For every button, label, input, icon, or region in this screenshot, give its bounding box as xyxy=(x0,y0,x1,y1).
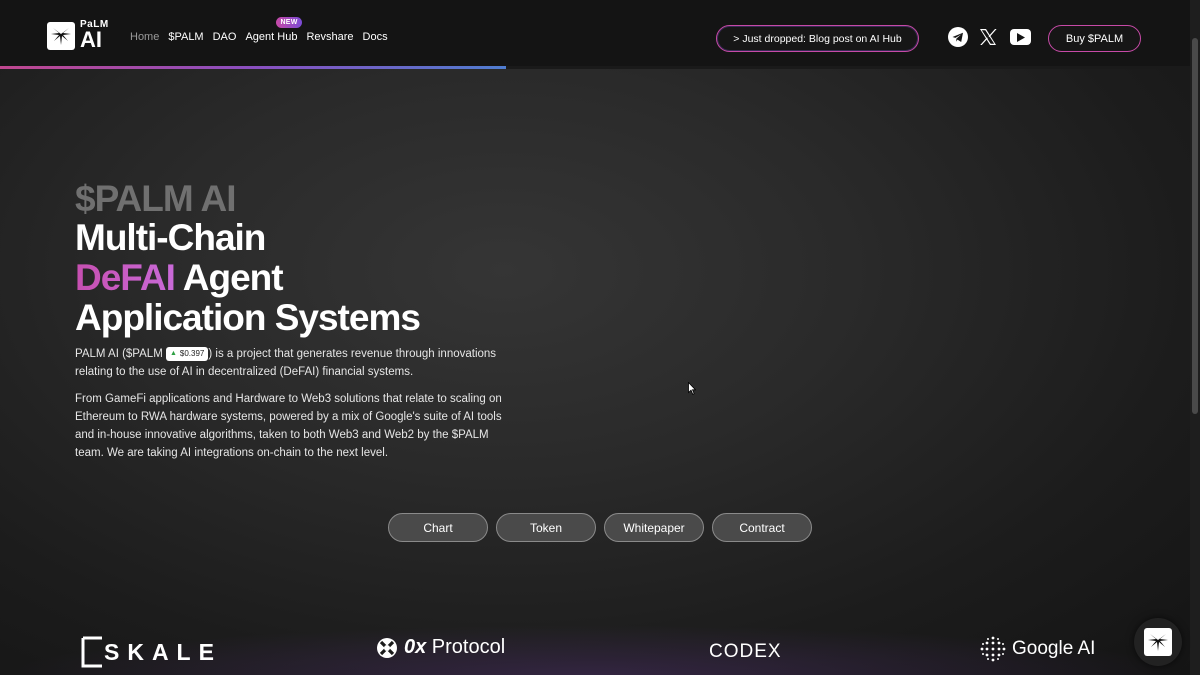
skale-text: SKALE xyxy=(104,638,222,665)
chart-button[interactable]: Chart xyxy=(388,513,488,542)
whitepaper-button[interactable]: Whitepaper xyxy=(604,513,704,542)
nav-revshare[interactable]: Revshare xyxy=(306,31,353,43)
price-up-icon: ▲ xyxy=(169,349,177,357)
hero-title-line2-rest: Agent xyxy=(174,257,284,298)
skale-bracket-icon xyxy=(81,636,102,668)
0x-bold: 0x xyxy=(404,636,427,658)
hero-button-row: Chart Token Whitepaper Contract xyxy=(388,513,812,542)
top-navigation-bar: PaLM AI Home $PALM DAO Agent Hub NEW Rev… xyxy=(0,0,1190,68)
price-chip[interactable]: ▲ $0.397 xyxy=(165,346,209,361)
nav-docs[interactable]: Docs xyxy=(363,31,388,43)
price-value: $0.397 xyxy=(179,348,205,358)
floating-palm-icon xyxy=(1144,628,1172,656)
logo-big-text: AI xyxy=(80,27,102,52)
intro-prefix: PALM AI ($PALM xyxy=(75,348,166,360)
nav-agent-hub-label: Agent Hub xyxy=(245,31,298,43)
google-ai-dots-icon xyxy=(980,636,1006,662)
palm-tree-icon xyxy=(47,21,75,50)
buy-palm-button[interactable]: Buy $PALM xyxy=(1048,25,1141,52)
hero-title: Multi-Chain DeFAI Agent Application Syst… xyxy=(75,217,421,338)
new-badge: NEW xyxy=(276,17,302,28)
scroll-progress-fill xyxy=(0,66,506,69)
telegram-icon[interactable] xyxy=(948,27,968,47)
hero-intro-paragraph: PALM AI ($PALM ▲ $0.397) is a project tha… xyxy=(75,345,505,381)
0x-protocol-logo: 0x Protocol xyxy=(376,636,505,659)
floating-palm-button[interactable] xyxy=(1134,618,1182,666)
0x-protocol-text: 0x Protocol xyxy=(404,636,505,659)
0x-rest: Protocol xyxy=(426,636,506,658)
announcement-button[interactable]: > Just dropped: Blog post on AI Hub xyxy=(716,25,919,52)
codex-logo: CODEX xyxy=(709,641,782,662)
nav-palm[interactable]: $PALM xyxy=(168,31,203,43)
hero-description-paragraph: From GameFi applications and Hardware to… xyxy=(75,393,502,459)
skale-logo: SKALE xyxy=(80,636,222,668)
hero-title-line3: Application Systems xyxy=(75,297,421,338)
google-ai-logo: Google AI xyxy=(980,636,1095,662)
nav-home[interactable]: Home xyxy=(130,31,159,43)
mouse-cursor-icon xyxy=(688,381,697,400)
nav-agent-hub[interactable]: Agent Hub NEW xyxy=(245,17,302,43)
main-nav: Home $PALM DAO Agent Hub NEW Revshare Do… xyxy=(130,17,388,43)
hero-title-line1: Multi-Chain xyxy=(75,217,266,258)
page-scrollbar[interactable] xyxy=(1190,0,1200,675)
x-icon[interactable] xyxy=(978,27,998,47)
hero-kicker: $PALM AI xyxy=(75,178,237,219)
contract-button[interactable]: Contract xyxy=(712,513,812,542)
hero-title-accent: DeFAI xyxy=(75,257,176,298)
token-button[interactable]: Token xyxy=(496,513,596,542)
youtube-icon[interactable] xyxy=(1010,29,1031,45)
scroll-progress-bar xyxy=(0,66,1190,69)
scrollbar-thumb[interactable] xyxy=(1192,38,1198,414)
nav-dao[interactable]: DAO xyxy=(213,31,237,43)
0x-protocol-icon xyxy=(377,637,397,658)
hero-title-line2: DeFAI Agent xyxy=(75,258,420,298)
palm-ai-logo[interactable]: PaLM AI xyxy=(47,20,109,51)
google-ai-text: Google AI xyxy=(1012,638,1096,659)
